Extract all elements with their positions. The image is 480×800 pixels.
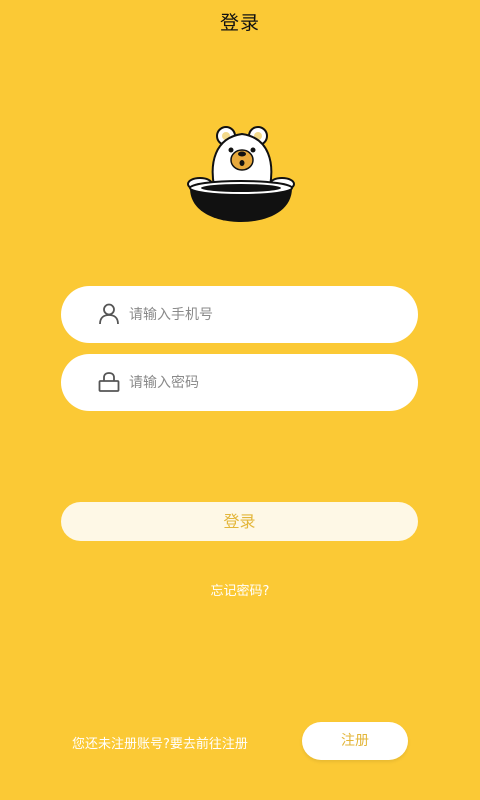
phone-field[interactable] — [61, 286, 418, 343]
phone-input[interactable] — [129, 286, 399, 343]
user-icon — [99, 303, 119, 325]
login-button[interactable]: 登录 — [61, 502, 418, 541]
page-title: 登录 — [219, 12, 260, 34]
lock-icon — [98, 372, 120, 392]
register-prompt: 您还未注册账号?要去前往注册 — [72, 737, 248, 752]
forgot-password-link[interactable]: 忘记密码? — [0, 580, 480, 599]
password-field[interactable] — [61, 354, 418, 411]
password-input[interactable] — [129, 354, 399, 411]
register-button[interactable]: 注册 — [302, 722, 408, 760]
bear-in-pot-logo — [187, 126, 295, 222]
